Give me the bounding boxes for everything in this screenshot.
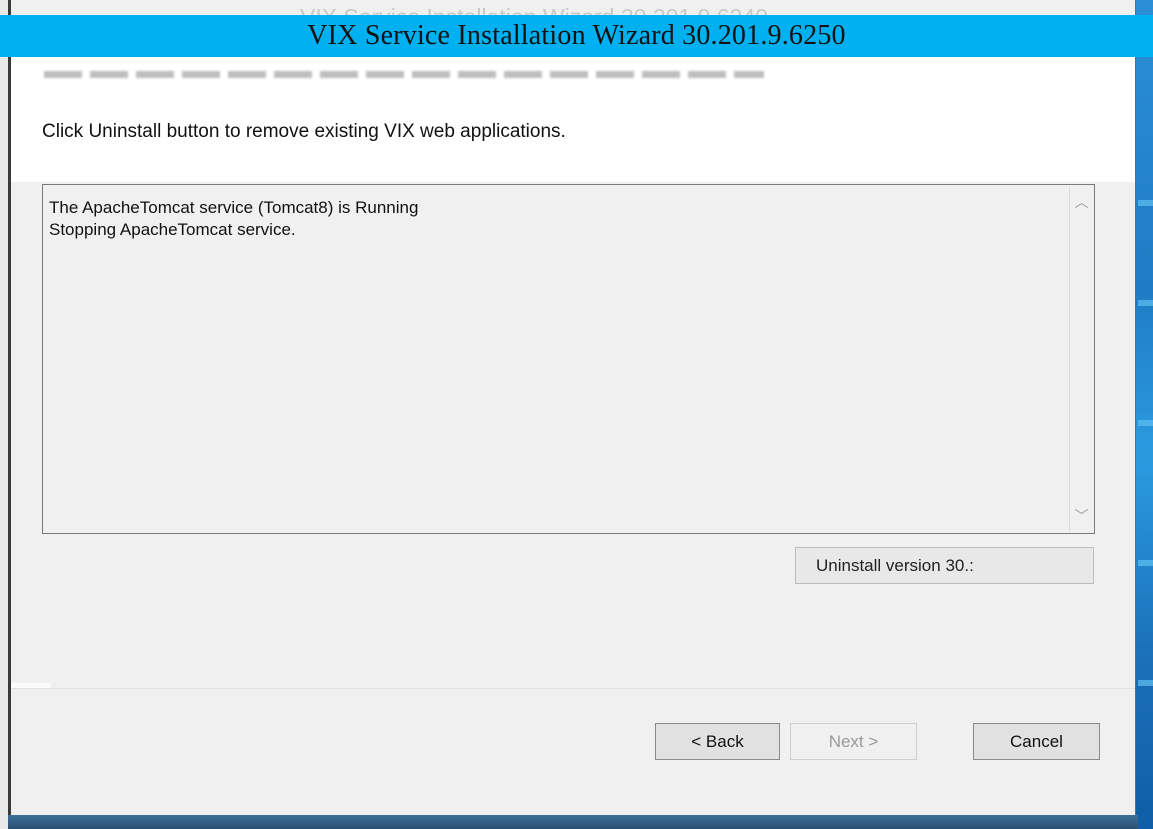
log-line: The ApacheTomcat service (Tomcat8) is Ru… <box>49 198 419 217</box>
title-bar[interactable]: VIX Service Installation Wizard 30.201.9… <box>0 15 1153 57</box>
screen: VIX Service Installation Wizard 30.201.9… <box>0 0 1153 829</box>
instruction-text: Click Uninstall button to remove existin… <box>42 121 566 142</box>
back-button[interactable]: < Back <box>655 723 780 760</box>
uninstall-button[interactable]: Uninstall version 30.: <box>795 547 1094 584</box>
desktop-background <box>1136 0 1153 829</box>
window-bottom-border <box>8 815 1138 829</box>
log-textbox[interactable]: The ApacheTomcat service (Tomcat8) is Ru… <box>42 184 1095 534</box>
header-panel: Click Uninstall button to remove existin… <box>11 57 1135 182</box>
obscured-subtitle <box>44 71 764 78</box>
log-lines: The ApacheTomcat service (Tomcat8) is Ru… <box>49 197 1064 241</box>
footer-panel <box>11 688 1135 817</box>
log-line: Stopping ApacheTomcat service. <box>49 220 296 239</box>
cancel-button[interactable]: Cancel <box>973 723 1100 760</box>
window-title: VIX Service Installation Wizard 30.201.9… <box>307 20 846 51</box>
chevron-down-icon[interactable]: ﹀ <box>1070 504 1093 528</box>
vertical-scrollbar[interactable]: ︿ ﹀ <box>1069 186 1093 532</box>
next-button[interactable]: Next > <box>790 723 917 760</box>
chevron-up-icon[interactable]: ︿ <box>1070 190 1093 214</box>
